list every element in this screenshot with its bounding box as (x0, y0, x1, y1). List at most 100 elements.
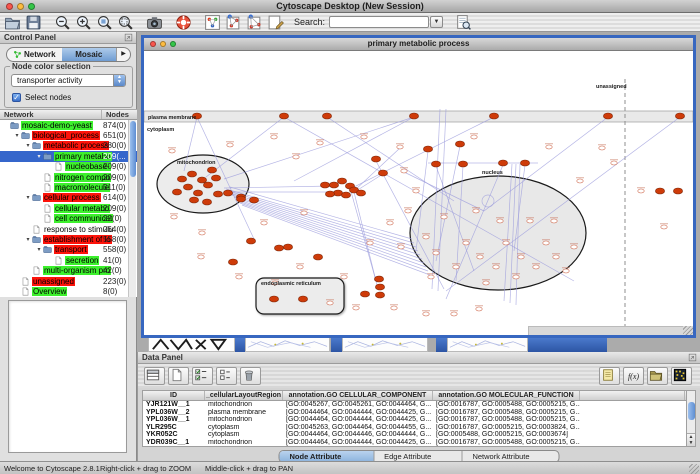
network-window[interactable]: primary metabolic process plasma membran… (141, 35, 696, 338)
tree-row-biological-process[interactable]: ▾biological_process651(0) (0, 130, 137, 140)
vizmapper-icon[interactable] (204, 14, 221, 31)
netwin-minimize-button[interactable] (160, 41, 166, 47)
tree-row-transport[interactable]: ▾transport558(0) (0, 245, 137, 255)
tree-row-multi-organism-pro[interactable]: multi-organism pro42(0) (0, 265, 137, 275)
matrix-button[interactable] (671, 367, 692, 385)
formula-button[interactable]: f(x) (623, 367, 644, 385)
expander-arrow-icon[interactable]: ▾ (24, 194, 32, 201)
zoom-button[interactable] (28, 3, 35, 10)
table-header-cell[interactable]: annotation.GO MOLECULAR_FUNCTION (433, 391, 580, 400)
table-row[interactable]: YLR295Ccytoplasm[GO:0045263, GO:0044464,… (143, 424, 687, 432)
table-header-cell[interactable]: annotation.GO CELLULAR_COMPONENT (283, 391, 433, 400)
app-resize-grip-icon[interactable] (689, 464, 699, 474)
float-data-panel-icon[interactable] (688, 353, 697, 362)
unselect-attributes-button[interactable] (216, 367, 237, 385)
background-window-edge[interactable] (436, 338, 447, 352)
tree-row-cell-communicat[interactable]: cell communicat22(0) (0, 214, 137, 224)
network-window-titlebar[interactable]: primary metabolic process (144, 38, 693, 51)
zoom-in-icon[interactable] (75, 14, 92, 31)
zoom-selected-icon[interactable] (96, 14, 113, 31)
close-button[interactable] (6, 3, 13, 10)
network-canvas[interactable]: plasma membranecytoplasmmitochondrionnuc… (144, 51, 693, 335)
background-window-edge[interactable] (148, 338, 235, 352)
main-toolbar: Search:▼ (0, 13, 700, 32)
tree-row-primary-metabo[interactable]: ▾primary metabo209(... (0, 151, 137, 161)
help-lifesaver-icon[interactable] (175, 14, 192, 31)
tree-row-nitrogen-compo[interactable]: nitrogen compo209(0) (0, 172, 137, 182)
background-window-edge[interactable] (447, 338, 528, 352)
table-scrollbar-arrows[interactable]: ▲▼ (687, 433, 695, 446)
snapshot-camera-icon[interactable] (146, 14, 163, 31)
zoom-out-icon[interactable] (54, 14, 71, 31)
table-header-cell[interactable] (580, 391, 685, 400)
select-nodes-checkbox[interactable]: ✓ (12, 93, 21, 102)
more-tabs-arrow[interactable]: ▶ (116, 48, 130, 61)
table-row[interactable]: YKR052Ccytoplasm[GO:0044464, GO:0044446,… (143, 431, 687, 439)
table-header-cell[interactable]: _cellularLayoutRegion (205, 391, 283, 400)
table-row[interactable]: YPL036W__1mitochondrion[GO:0044464, GO:0… (143, 416, 687, 424)
tree-scrollbar-thumb[interactable] (130, 121, 136, 177)
import-attributes-icon[interactable] (455, 14, 472, 31)
first-neighbors-icon[interactable] (225, 14, 242, 31)
select-attributes-button[interactable] (192, 367, 213, 385)
tree-row-cellular-metabo[interactable]: cellular metabo209(0) (0, 203, 137, 213)
tab-network[interactable]: Network (7, 48, 62, 61)
node-color-dropdown[interactable]: transporter activity ▲▼ (11, 74, 126, 87)
window-controls[interactable] (6, 3, 35, 10)
tree-row-label: establishment of lo (43, 235, 112, 244)
netwin-zoom-button[interactable] (170, 41, 176, 47)
open-session-icon[interactable] (4, 14, 21, 31)
tree-row-metabolic-process[interactable]: ▾metabolic process280(0) (0, 141, 137, 151)
background-window-edge[interactable] (342, 338, 428, 352)
tree-row-response-to-stimulu[interactable]: response to stimulu264(0) (0, 224, 137, 234)
tree-row-overview[interactable]: Overview8(0) (0, 286, 137, 296)
tree-file (32, 266, 41, 275)
tree-col-network[interactable]: Network (0, 110, 102, 119)
expander-arrow-icon[interactable]: ▾ (24, 236, 32, 243)
table-row[interactable]: YPL036W__2plasma membrane[GO:0044464, GO… (143, 409, 687, 417)
tree-row-nucleobase-[interactable]: nucleobase-209(0) (0, 162, 137, 172)
minimize-button[interactable] (17, 3, 24, 10)
tree-row-secretion[interactable]: secretion41(0) (0, 255, 137, 265)
search-dropdown-arrow[interactable]: ▼ (430, 16, 443, 28)
tab-mosaic[interactable]: Mosaic (62, 48, 117, 61)
tree-col-nodes[interactable]: Nodes (102, 110, 129, 119)
expander-arrow-icon[interactable]: ▾ (35, 246, 43, 253)
background-window-edge[interactable] (235, 338, 245, 352)
table-header-cell[interactable]: ID (143, 391, 205, 400)
tree-row-macromolecule[interactable]: macromolecule311(0) (0, 182, 137, 192)
tree-row-cellular-process[interactable]: ▾cellular process614(0) (0, 193, 137, 203)
search-input[interactable] (329, 16, 429, 28)
background-window-edge[interactable] (528, 338, 607, 352)
notes-button[interactable] (599, 367, 620, 385)
annotation-pencil-icon[interactable] (267, 14, 284, 31)
netwin-close-button[interactable] (150, 41, 156, 47)
table-scrollbar-thumb[interactable] (688, 402, 695, 420)
float-panel-icon[interactable] (124, 33, 133, 42)
tree-scrollbar[interactable] (128, 120, 136, 297)
birds-eye-view[interactable] (8, 300, 127, 453)
new-attribute-icon (170, 368, 187, 385)
table-row[interactable]: YDR039C__1mitochondrion[GO:0044464, GO:0… (143, 439, 687, 447)
expander-arrow-icon[interactable]: ▾ (35, 153, 43, 160)
attribute-grid-button[interactable] (144, 367, 165, 385)
tree-row-mosaic-demo-yeast[interactable]: mosaic-demo-yeast874(0) (0, 120, 137, 130)
delete-attribute-button[interactable] (240, 367, 261, 385)
expander-arrow-icon[interactable]: ▾ (13, 132, 21, 139)
table-scrollbar[interactable]: ▲▼ (686, 390, 696, 447)
background-window-edge[interactable] (245, 338, 330, 352)
tree-row-count: 41(0) (103, 256, 122, 265)
resize-grip-icon[interactable] (683, 326, 693, 335)
tree-row-unassigned[interactable]: unassigned223(0) (0, 276, 137, 286)
new-attribute-button[interactable] (168, 367, 189, 385)
tree-row-establishment-of-lo[interactable]: ▾establishment of lo558(0) (0, 234, 137, 244)
formula-icon: f(x) (628, 372, 639, 381)
dropdown-stepper-icon: ▲▼ (113, 75, 125, 86)
save-session-icon[interactable] (25, 14, 42, 31)
expander-arrow-icon[interactable]: ▾ (24, 142, 32, 149)
zoom-fit-icon[interactable] (117, 14, 134, 31)
open-attributes-button[interactable] (647, 367, 668, 385)
background-window-edge[interactable] (331, 338, 342, 352)
table-row[interactable]: YJR121W__1mitochondrion[GO:0045267, GO:0… (143, 401, 687, 409)
copy-network-icon[interactable] (246, 14, 263, 31)
